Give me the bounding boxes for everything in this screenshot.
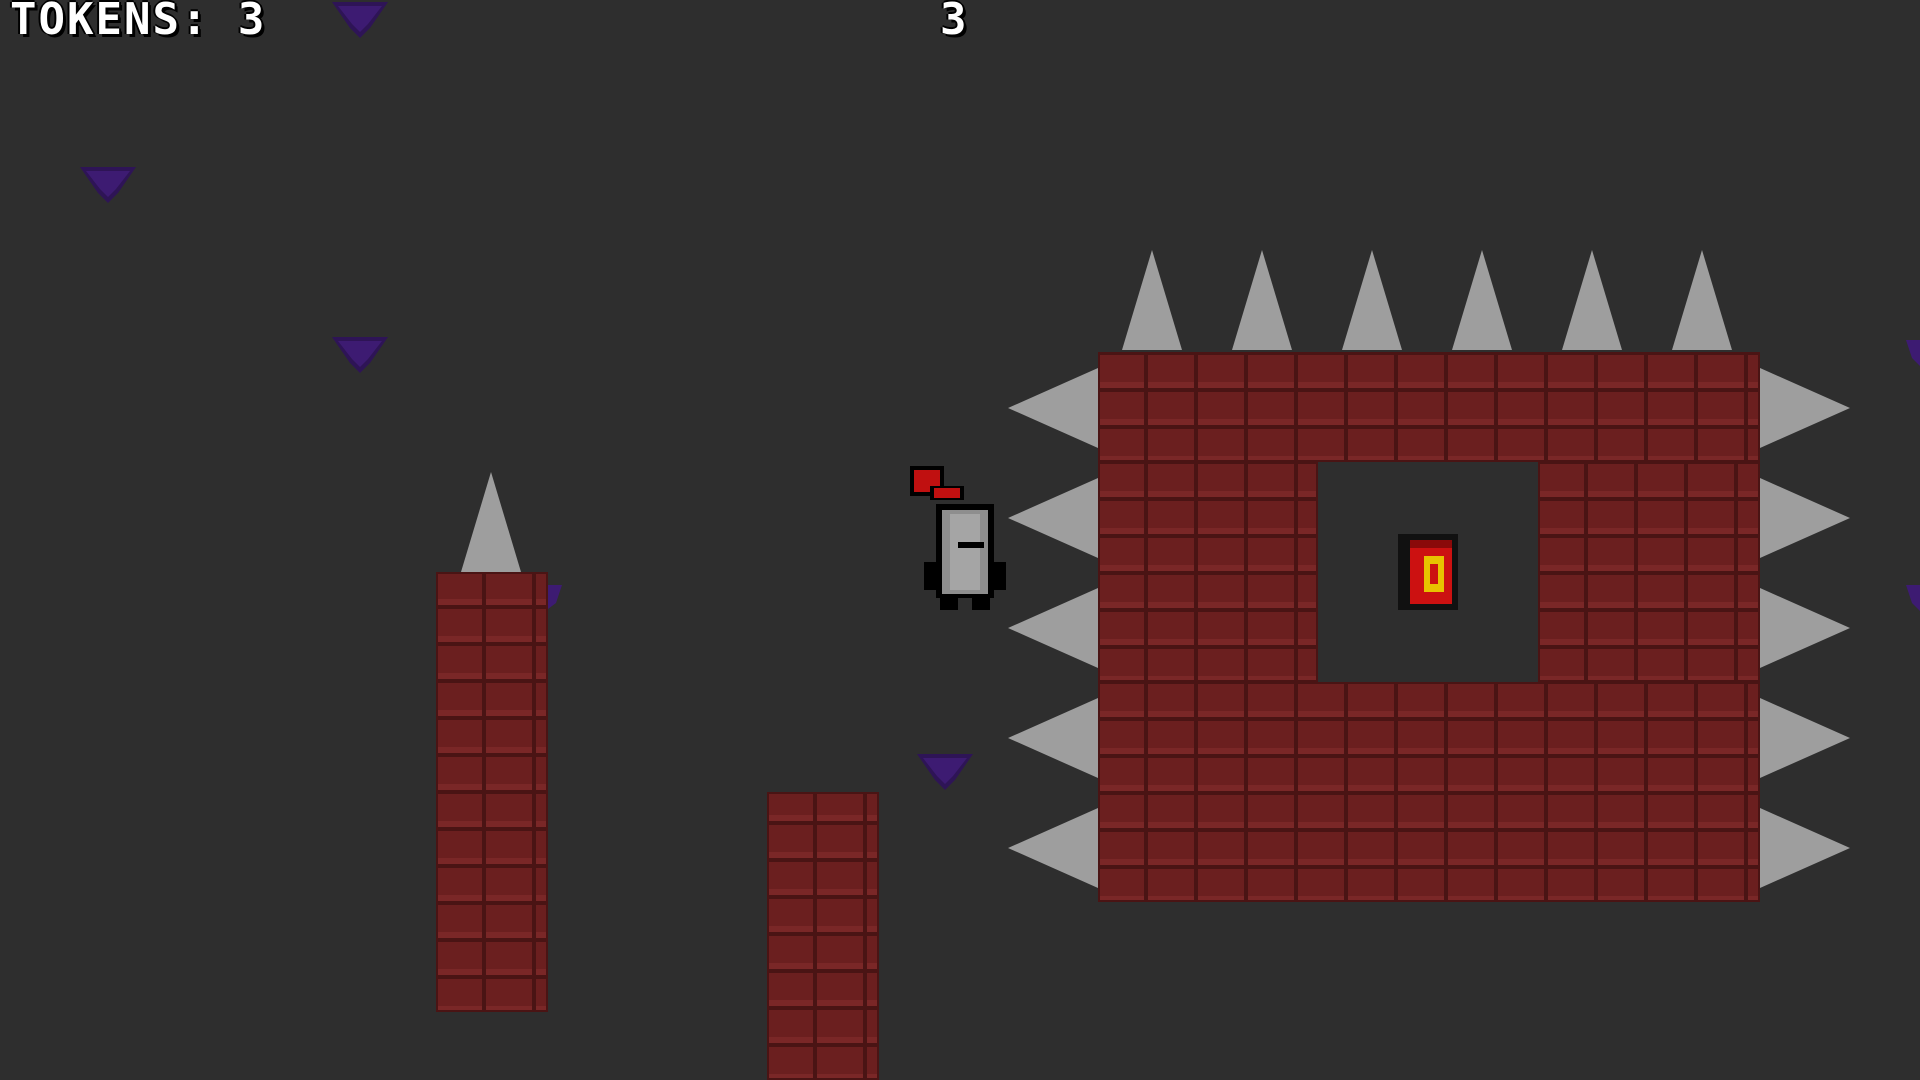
treasure-chest-icon[interactable] — [1398, 534, 1458, 610]
knight-icon[interactable] — [906, 466, 1016, 616]
spike-icon — [1562, 250, 1622, 350]
spike-icon — [1760, 478, 1850, 558]
fortress-wall-bottom — [1098, 682, 1760, 902]
spike-icon — [1760, 588, 1850, 668]
fortress-wall-top — [1098, 352, 1760, 462]
spike-icon — [1452, 250, 1512, 350]
spike-icon — [1008, 808, 1098, 888]
spike-icon — [1760, 808, 1850, 888]
spike-icon — [1672, 250, 1732, 350]
purple-token-icon[interactable] — [78, 165, 138, 203]
spike-icon — [1008, 368, 1098, 448]
spike-icon — [1760, 698, 1850, 778]
brick-pillar-bottom — [767, 792, 879, 1080]
purple-token-icon[interactable] — [1906, 585, 1920, 611]
tokens-counter: TOKENS: 3 — [10, 0, 267, 45]
spike-icon — [1122, 250, 1182, 350]
brick-pillar-left — [436, 572, 548, 1012]
purple-token-icon[interactable] — [548, 585, 562, 609]
purple-token-icon[interactable] — [915, 752, 975, 790]
purple-token-icon[interactable] — [1906, 340, 1920, 366]
purple-token-icon[interactable] — [330, 0, 390, 38]
spike-icon — [1008, 698, 1098, 778]
spike-icon — [1342, 250, 1402, 350]
spike-icon — [1008, 478, 1098, 558]
level-counter: 3 — [940, 0, 969, 45]
spike-icon — [1232, 250, 1292, 350]
spike-icon — [461, 472, 521, 572]
game-canvas[interactable]: TOKENS: 3 3 — [0, 0, 1920, 1080]
purple-token-icon[interactable] — [330, 335, 390, 373]
fortress-wall-left — [1098, 462, 1318, 682]
spike-icon — [1760, 368, 1850, 448]
spike-icon — [1008, 588, 1098, 668]
fortress-wall-right — [1538, 462, 1760, 682]
